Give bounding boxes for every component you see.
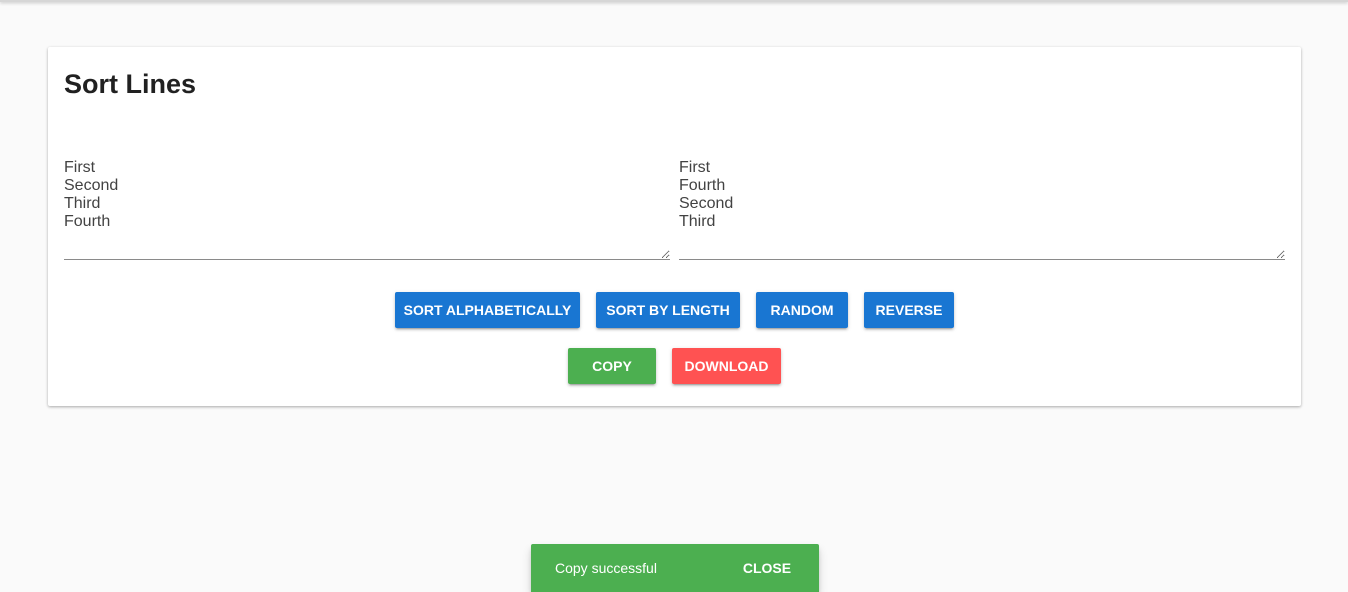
page-title: Sort Lines [64, 69, 197, 99]
copy-snackbar: Copy successful CLOSE [531, 544, 819, 592]
sort-by-length-button[interactable]: SORT BY LENGTH [596, 292, 740, 328]
output-lines-textarea[interactable]: First Fourth Second Third [679, 159, 1285, 260]
download-button[interactable]: DOWNLOAD [672, 348, 781, 384]
sort-lines-card: Sort Lines First Second Third Fourth Fir… [48, 47, 1301, 406]
app-bar-shadow [0, 0, 1348, 2]
input-lines-textarea[interactable]: First Second Third Fourth [64, 159, 670, 260]
snackbar-message: Copy successful [555, 560, 657, 576]
snackbar-close-button[interactable]: CLOSE [735, 550, 799, 586]
random-button[interactable]: RANDOM [756, 292, 848, 328]
copy-button[interactable]: COPY [568, 348, 656, 384]
sort-alphabetically-button[interactable]: SORT ALPHABETICALLY [395, 292, 580, 328]
reverse-button[interactable]: REVERSE [864, 292, 954, 328]
